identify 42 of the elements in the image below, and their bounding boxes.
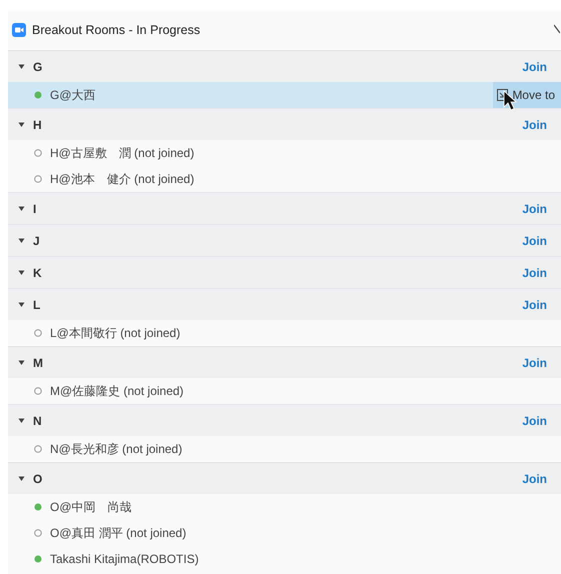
join-link[interactable]: Join [518,116,551,134]
participant-name: H@池本 健介 (not joined) [50,171,194,188]
join-link[interactable]: Join [518,412,551,430]
move-to-button[interactable]: Move to [493,82,561,108]
caret-down-icon[interactable] [18,121,25,128]
participant-name: O@中岡 尚哉 [50,499,132,516]
join-link[interactable]: Join [518,470,551,488]
room-name: I [33,200,36,218]
app-icon [12,23,26,37]
room-name: N [33,412,42,430]
room-name: J [33,232,40,250]
participant-name: H@古屋敷 潤 (not joined) [50,145,194,162]
join-link[interactable]: Join [518,354,551,372]
caret-down-icon[interactable] [18,301,25,308]
room-name: H [33,116,42,134]
join-link[interactable]: Join [518,232,551,250]
join-link[interactable]: Join [518,264,551,282]
caret-down-icon[interactable] [18,237,25,244]
room-name: O [33,470,42,488]
window-title: Breakout Rooms - In Progress [32,22,200,39]
room-name: G [33,58,42,76]
caret-down-icon[interactable] [18,475,25,482]
room-name: M [33,354,43,372]
join-link[interactable]: Join [518,296,551,314]
participant-name: O@真田 潤平 (not joined) [50,525,186,542]
room-name: K [33,264,42,282]
caret-down-icon[interactable] [18,205,25,212]
participant-name: M@佐藤隆史 (not joined) [50,383,184,400]
participant-row[interactable]: G@大西 Move to [8,82,561,108]
room-name: L [33,296,40,314]
caret-down-icon[interactable] [18,63,25,70]
join-link[interactable]: Join [518,58,551,76]
participant-name: G@大西 [50,87,96,104]
close-icon[interactable] [554,24,560,34]
participant-name: L@本間敬行 (not joined) [50,325,180,342]
move-icon [497,89,508,101]
caret-down-icon[interactable] [18,359,25,366]
caret-down-icon[interactable] [18,269,25,276]
participant-name: Takashi Kitajima(ROBOTIS) [50,551,199,568]
join-link[interactable]: Join [518,200,551,218]
caret-down-icon[interactable] [18,417,25,424]
participant-name: N@長光和彦 (not joined) [50,441,182,458]
